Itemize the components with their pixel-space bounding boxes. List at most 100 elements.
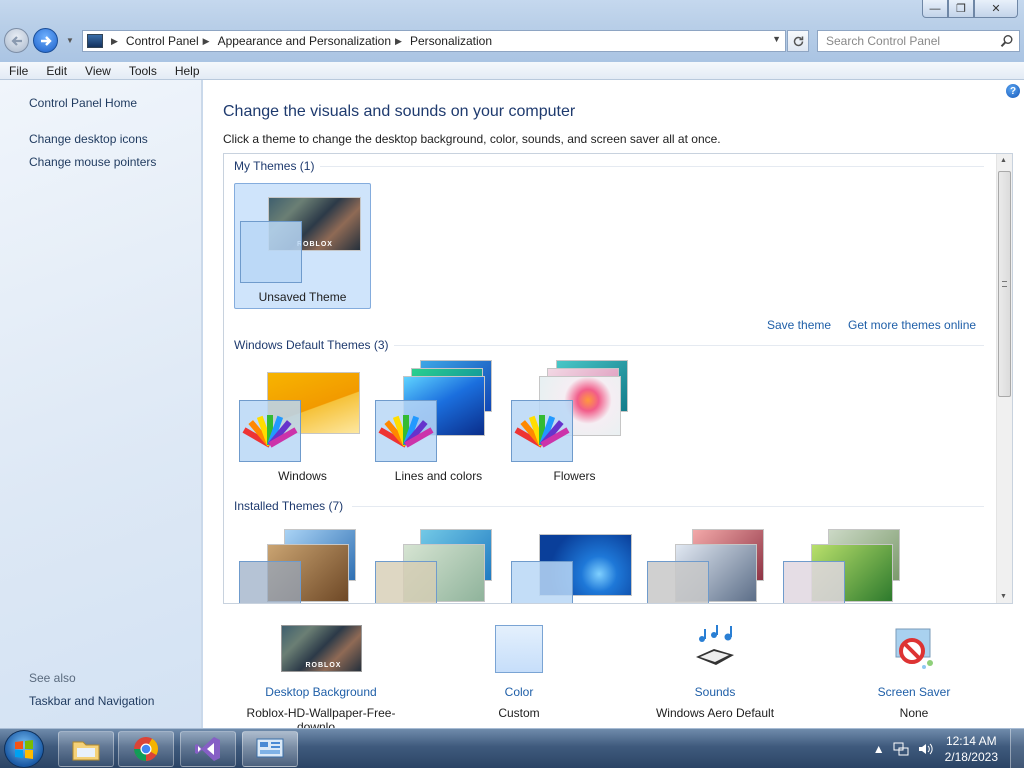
color-fan-icon (242, 415, 298, 448)
menu-edit[interactable]: Edit (37, 64, 76, 78)
page-title: Change the visuals and sounds on your co… (223, 103, 576, 120)
background-thumbnail: ROBLOX (280, 625, 362, 672)
color-swatch (511, 400, 573, 462)
start-button[interactable] (4, 730, 44, 768)
menu-file[interactable]: File (0, 64, 37, 78)
menu-help[interactable]: Help (166, 64, 209, 78)
forward-button[interactable] (33, 28, 58, 53)
get-more-themes-link[interactable]: Get more themes online (848, 318, 976, 332)
taskbar-control-panel[interactable] (242, 731, 298, 767)
taskbar-chrome[interactable] (118, 731, 174, 767)
breadcrumb-appearance[interactable]: Appearance and Personalization (218, 34, 391, 48)
taskbar-visual-studio[interactable] (180, 731, 236, 767)
change-desktop-icons-link[interactable]: Change desktop icons (29, 132, 148, 146)
page-description: Click a theme to change the desktop back… (223, 132, 721, 146)
back-button[interactable] (4, 28, 29, 53)
show-hidden-icons-icon[interactable]: ▲ (873, 742, 885, 756)
network-icon[interactable] (893, 741, 909, 757)
close-button[interactable]: ✕ (974, 0, 1018, 18)
recent-pages-dropdown[interactable]: ▼ (66, 36, 74, 45)
chevron-down-icon[interactable]: ▼ (772, 34, 781, 44)
color-swatch (783, 561, 845, 603)
chevron-right-icon[interactable]: ▶ (111, 36, 118, 47)
theme-flowers[interactable]: Flowers (506, 360, 643, 484)
refresh-icon (793, 36, 803, 46)
help-icon[interactable]: ? (1006, 84, 1020, 98)
menu-bar: File Edit View Tools Help (0, 62, 1024, 80)
breadcrumb-personalization[interactable]: Personalization (410, 34, 492, 48)
sounds-setting[interactable]: Sounds Windows Aero Default (645, 625, 785, 720)
installed-theme-1[interactable] (234, 524, 371, 603)
group-installed-themes: Installed Themes (7) (234, 499, 344, 513)
color-swatch (511, 561, 573, 603)
installed-theme-3[interactable] (506, 524, 643, 603)
arrow-right-icon (40, 35, 52, 46)
control-panel-icon (256, 738, 284, 758)
scroll-down-icon[interactable]: ▼ (1000, 593, 1007, 600)
search-input[interactable]: Search Control Panel (817, 30, 1020, 52)
color-setting[interactable]: Color Custom (469, 625, 569, 720)
visual-studio-icon (195, 737, 220, 761)
color-swatch (375, 400, 437, 462)
control-panel-home-link[interactable]: Control Panel Home (29, 96, 137, 110)
change-mouse-pointers-link[interactable]: Change mouse pointers (29, 155, 156, 169)
left-navigation-pane: Control Panel Home Change desktop icons … (0, 80, 202, 728)
menu-tools[interactable]: Tools (120, 64, 166, 78)
scroll-up-icon[interactable]: ▲ (1000, 157, 1007, 164)
color-swatch (239, 400, 301, 462)
arrow-left-icon (10, 35, 22, 46)
clock[interactable]: 12:14 AM 2/18/2023 (945, 733, 998, 765)
menu-view[interactable]: View (76, 64, 120, 78)
address-bar[interactable]: ▶ Control Panel ▶ Appearance and Persona… (82, 30, 786, 52)
color-swatch (375, 561, 437, 603)
control-panel-icon (87, 34, 103, 48)
theme-label: Windows (278, 469, 327, 483)
main-content: ? Change the visuals and sounds on your … (203, 80, 1024, 734)
themes-list: My Themes (1) ROBLOX Unsaved Theme Save … (223, 153, 1013, 604)
divider (394, 345, 984, 346)
show-desktop-button[interactable] (1010, 729, 1024, 768)
color-swatch (495, 625, 543, 673)
taskbar: ▲ 12:14 AM 2/18/2023 (0, 728, 1024, 768)
desktop-background-link[interactable]: Desktop Background (223, 685, 419, 699)
search-icon[interactable] (1000, 34, 1014, 48)
window-controls: — ❐ ✕ (922, 0, 1018, 18)
minimize-button[interactable]: — (922, 0, 948, 18)
screen-saver-setting[interactable]: Screen Saver None (854, 625, 974, 720)
restore-button[interactable]: ❐ (948, 0, 974, 18)
title-bar: — ❐ ✕ ▼ ▶ Control Panel ▶ Appearance and… (0, 0, 1024, 62)
sounds-icon (696, 625, 734, 665)
roblox-thumb-label: ROBLOX (305, 662, 342, 669)
clock-time: 12:14 AM (945, 734, 997, 748)
breadcrumb-control-panel[interactable]: Control Panel (126, 34, 199, 48)
color-link[interactable]: Color (469, 685, 569, 699)
theme-label: Lines and colors (394, 469, 483, 483)
screen-saver-value: None (899, 706, 929, 720)
installed-theme-4[interactable] (642, 524, 779, 603)
scrollbar-thumb[interactable] (998, 171, 1011, 397)
screen-saver-icon (895, 628, 933, 669)
volume-icon[interactable] (917, 741, 933, 757)
sounds-value: Windows Aero Default (655, 706, 775, 720)
chevron-right-icon[interactable]: ▶ (203, 36, 210, 47)
color-swatch (647, 561, 709, 603)
theme-lines-and-colors[interactable]: Lines and colors (370, 360, 507, 484)
refresh-button[interactable] (787, 30, 809, 52)
themes-scrollbar[interactable]: ▲ ▼ (996, 154, 1012, 603)
desktop-background-setting[interactable]: ROBLOX Desktop Background Roblox-HD-Wall… (223, 625, 419, 734)
installed-theme-2[interactable] (370, 524, 507, 603)
sounds-link[interactable]: Sounds (645, 685, 785, 699)
theme-unsaved[interactable]: ROBLOX Unsaved Theme (234, 183, 371, 309)
screen-saver-link[interactable]: Screen Saver (854, 685, 974, 699)
taskbar-explorer[interactable] (58, 731, 114, 767)
clock-date: 2/18/2023 (944, 750, 998, 764)
theme-label: Unsaved Theme (258, 290, 347, 304)
taskbar-and-navigation-link[interactable]: Taskbar and Navigation (29, 694, 154, 708)
installed-theme-5[interactable] (778, 524, 915, 603)
color-swatch (239, 561, 301, 603)
save-theme-link[interactable]: Save theme (767, 318, 831, 332)
chevron-right-icon[interactable]: ▶ (395, 36, 402, 47)
roblox-thumb-label: ROBLOX (297, 241, 333, 248)
theme-label: Flowers (553, 469, 596, 483)
theme-windows[interactable]: Windows (234, 364, 371, 484)
